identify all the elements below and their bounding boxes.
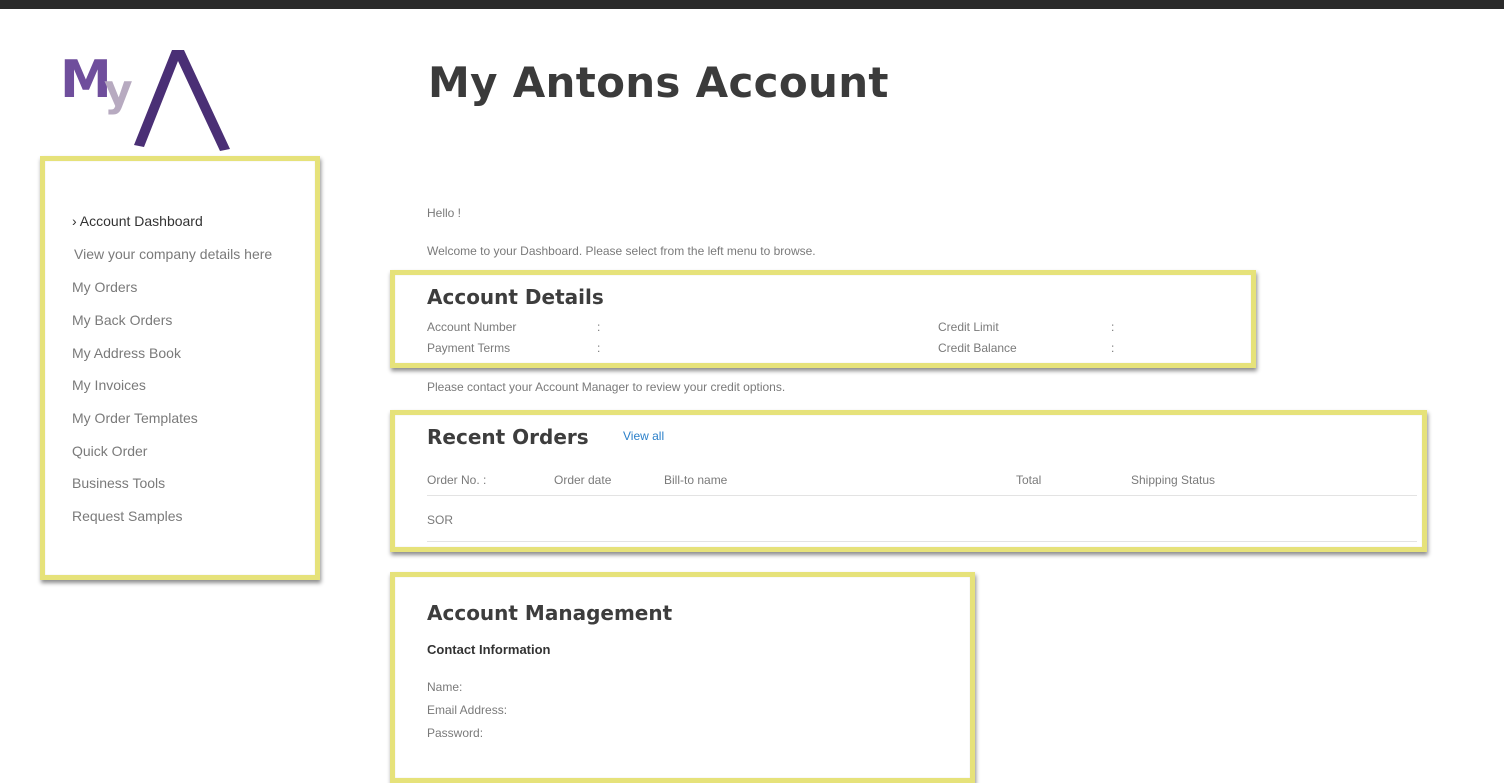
top-bar (0, 0, 1504, 9)
credit-note-text: Please contact your Account Manager to r… (427, 380, 786, 394)
logo-graphic: M y (60, 50, 230, 151)
view-all-orders-link[interactable]: View all (623, 429, 664, 443)
table-header-divider (427, 495, 1417, 496)
payment-terms-label: Payment Terms (427, 341, 511, 355)
password-label: Password: (427, 726, 484, 740)
payment-terms-colon: : (597, 341, 601, 355)
sidebar-item-company-details[interactable]: View your company details here (74, 246, 272, 262)
sidebar-item-my-invoices[interactable]: My Invoices (72, 377, 146, 393)
logo-chevron (134, 50, 230, 151)
sidebar-item-my-address-book[interactable]: My Address Book (72, 345, 181, 361)
sidebar-item-request-samples[interactable]: Request Samples (72, 508, 183, 524)
column-header-order-no: Order No. : (427, 473, 487, 487)
welcome-text: Welcome to your Dashboard. Please select… (427, 244, 816, 258)
table-row-divider (427, 541, 1417, 542)
column-header-bill-to-name: Bill-to name (664, 473, 728, 487)
logo-letter-y: y (104, 65, 133, 116)
page-title: My Antons Account (428, 58, 889, 107)
account-number-label: Account Number (427, 320, 517, 334)
sidebar-item-my-back-orders[interactable]: My Back Orders (72, 312, 172, 328)
credit-limit-colon: : (1111, 320, 1115, 334)
sidebar-item-my-order-templates[interactable]: My Order Templates (72, 410, 198, 426)
sidebar-item-business-tools[interactable]: Business Tools (72, 475, 165, 491)
column-header-shipping-status: Shipping Status (1131, 473, 1216, 487)
account-number-colon: : (597, 320, 601, 334)
sidebar-item-my-orders[interactable]: My Orders (72, 279, 137, 295)
email-address-label: Email Address: (427, 703, 508, 717)
credit-limit-label: Credit Limit (938, 320, 999, 334)
sidebar-menu: › Account Dashboard View your company de… (40, 156, 320, 580)
contact-information-title: Contact Information (427, 642, 551, 657)
account-details-title: Account Details (427, 285, 604, 309)
sidebar-item-quick-order[interactable]: Quick Order (72, 443, 147, 459)
sidebar-item-account-dashboard[interactable]: › Account Dashboard (72, 213, 203, 229)
table-row-order-no[interactable]: SOR (427, 513, 453, 527)
greeting-text: Hello ! (427, 206, 462, 220)
credit-balance-colon: : (1111, 341, 1115, 355)
account-details-panel: Account Details Account Number : Payment… (390, 270, 1256, 368)
name-label: Name: (427, 680, 463, 694)
my-antons-logo[interactable]: M y (60, 45, 240, 157)
recent-orders-title: Recent Orders (427, 425, 589, 449)
column-header-total: Total (1016, 473, 1042, 487)
recent-orders-panel: Recent Orders View all Order No. : Order… (390, 410, 1427, 552)
credit-balance-label: Credit Balance (938, 341, 1017, 355)
account-management-title: Account Management (427, 601, 673, 625)
column-header-order-date: Order date (554, 473, 612, 487)
account-management-panel: Account Management Contact Information N… (390, 572, 975, 783)
